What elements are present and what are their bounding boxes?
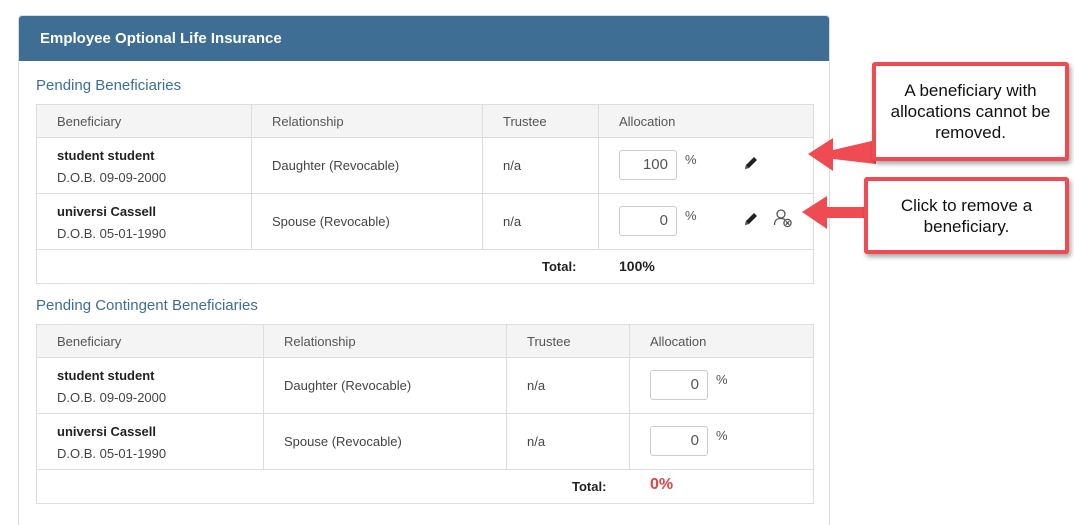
callout-arrow-remove: [802, 196, 868, 229]
callout-remove-text: Click to remove a beneficiary.: [900, 195, 1033, 236]
callout-remove-note: Click to remove a beneficiary.: [864, 177, 1069, 254]
callout-arrow-allocation: [808, 138, 876, 171]
callout-allocation-text: A beneficiary with allocations cannot be…: [890, 81, 1051, 142]
callout-allocation-note: A beneficiary with allocations cannot be…: [872, 62, 1069, 161]
